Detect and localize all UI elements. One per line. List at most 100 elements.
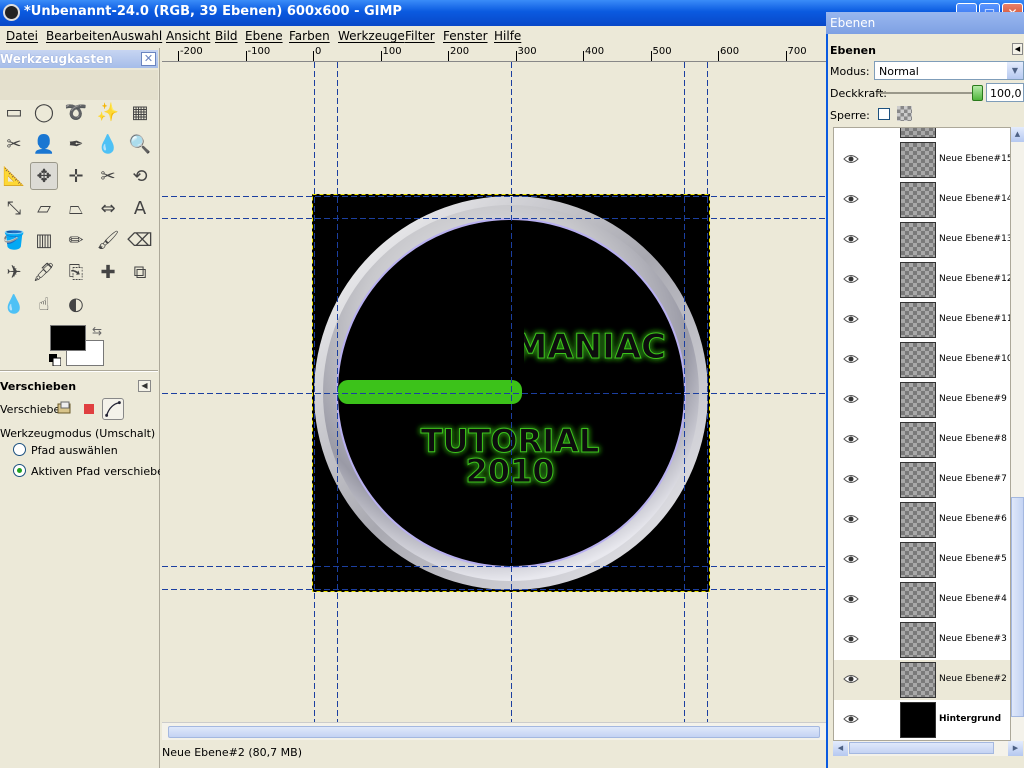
layer-name[interactable]: Neue Ebene#4: [939, 594, 1007, 604]
pencil-icon[interactable]: ✏: [62, 226, 90, 254]
layer-name[interactable]: Neue Ebene#14: [939, 194, 1010, 204]
ellipse-select-icon[interactable]: ◯: [30, 98, 58, 126]
eye-icon[interactable]: [843, 154, 859, 164]
layer-name[interactable]: Neue Ebene#12: [939, 274, 1010, 284]
menu-datei[interactable]: Datei: [6, 29, 38, 43]
smudge-icon[interactable]: ☝: [30, 290, 58, 318]
layer-row[interactable]: Neue Ebene#2: [834, 660, 1010, 700]
align-icon[interactable]: ✛: [62, 162, 90, 190]
foreground-select-icon[interactable]: 👤: [30, 130, 58, 158]
layer-row[interactable]: Neue Ebene#9: [834, 380, 1010, 420]
menu-fenster[interactable]: Fenster: [443, 29, 488, 43]
menu-bild[interactable]: Bild: [215, 29, 238, 43]
flip-icon[interactable]: ⇔: [94, 194, 122, 222]
menu-auswahl[interactable]: Auswahl: [112, 29, 162, 43]
menu-werkzeuge[interactable]: Werkzeuge: [338, 29, 405, 43]
mode-dropdown[interactable]: Normal ▼: [874, 61, 1024, 80]
crop-icon[interactable]: ✂: [94, 162, 122, 190]
lock-pixels-checkbox[interactable]: [878, 108, 890, 120]
eraser-icon[interactable]: ⌫: [126, 226, 154, 254]
scissors-icon[interactable]: ✂: [0, 130, 28, 158]
layer-row[interactable]: Neue Ebene#12: [834, 260, 1010, 300]
layer-name[interactable]: Hintergrund: [939, 714, 1001, 724]
eye-icon[interactable]: [843, 714, 859, 724]
layer-row[interactable]: Neue Ebene#3: [834, 620, 1010, 660]
layer-name[interactable]: Neue Ebene#5: [939, 554, 1007, 564]
scroll-left-icon[interactable]: ◀: [833, 741, 848, 756]
layer-name[interactable]: Neue Ebene#13: [939, 234, 1010, 244]
swap-colors-icon[interactable]: ⇆: [92, 324, 102, 338]
menu-farben[interactable]: Farben: [289, 29, 330, 43]
eye-icon[interactable]: [843, 234, 859, 244]
layer-name[interactable]: Neue Ebene#9: [939, 394, 1007, 404]
eye-icon[interactable]: [843, 194, 859, 204]
color-picker-icon[interactable]: 💧: [94, 130, 122, 158]
heal-icon[interactable]: ✚: [94, 258, 122, 286]
layers-scroll-thumb[interactable]: [1011, 497, 1024, 717]
opacity-slider-track[interactable]: [878, 92, 976, 94]
opacity-slider-handle[interactable]: [972, 85, 983, 101]
zoom-icon[interactable]: 🔍: [126, 130, 154, 158]
move-selection-icon[interactable]: [80, 400, 98, 418]
blur-icon[interactable]: 💧: [0, 290, 28, 318]
layer-name[interactable]: Neue Ebene#7: [939, 474, 1007, 484]
eye-icon[interactable]: [843, 434, 859, 444]
rotate-icon[interactable]: ⟲: [126, 162, 154, 190]
eye-icon[interactable]: [843, 354, 859, 364]
fuzzy-select-icon[interactable]: ✨: [94, 98, 122, 126]
layer-name[interactable]: Neue Ebene#15: [939, 154, 1010, 164]
clone-icon[interactable]: ⎘: [62, 258, 90, 286]
foreground-color-swatch-front[interactable]: [50, 325, 86, 351]
toolbox-close-button[interactable]: ✕: [141, 52, 156, 66]
layer-row[interactable]: Neue Ebene#4: [834, 580, 1010, 620]
lock-alpha-icon[interactable]: [897, 106, 912, 121]
eye-icon[interactable]: [843, 474, 859, 484]
eye-icon[interactable]: [843, 514, 859, 524]
menu-filter[interactable]: Filter: [405, 29, 435, 43]
paths-icon[interactable]: ✒: [62, 130, 90, 158]
layers-tab-menu-button[interactable]: ◀: [1012, 43, 1023, 55]
radio-select-path[interactable]: [13, 443, 26, 456]
layer-name[interactable]: Neue Ebene#11: [939, 314, 1010, 324]
layer-row[interactable]: Neue Ebene#8: [834, 420, 1010, 460]
perspective-icon[interactable]: ⏢: [62, 194, 90, 222]
menu-ansicht[interactable]: Ansicht: [166, 29, 210, 43]
opacity-spinbox[interactable]: 100,0: [986, 83, 1024, 102]
layer-row[interactable]: Neue Ebene#13: [834, 220, 1010, 260]
layer-row[interactable]: Neue Ebene#15: [834, 140, 1010, 180]
text-icon[interactable]: A: [126, 194, 154, 222]
layers-hscroll-thumb[interactable]: [849, 742, 994, 754]
scroll-up-icon[interactable]: ▲: [1011, 127, 1024, 142]
layer-name[interactable]: Neue Ebene#8: [939, 434, 1007, 444]
dodge-burn-icon[interactable]: ◐: [62, 290, 90, 318]
layer-row[interactable]: Neue Ebene#10: [834, 340, 1010, 380]
layer-row[interactable]: Neue Ebene#6: [834, 500, 1010, 540]
layer-row[interactable]: Neue Ebene#14: [834, 180, 1010, 220]
free-select-icon[interactable]: ➰: [62, 98, 90, 126]
measure-icon[interactable]: 📐: [0, 162, 28, 190]
layer-name[interactable]: Neue Ebene#2: [939, 674, 1007, 684]
eye-icon[interactable]: [843, 674, 859, 684]
tool-options-menu-button[interactable]: ◀: [138, 380, 151, 392]
layer-row[interactable]: Neue Ebene#11: [834, 300, 1010, 340]
airbrush-icon[interactable]: ✈: [0, 258, 28, 286]
menu-ebene[interactable]: Ebene: [245, 29, 283, 43]
layers-vertical-scrollbar[interactable]: ▲: [1011, 127, 1024, 741]
eye-icon[interactable]: [843, 554, 859, 564]
eye-icon[interactable]: [843, 274, 859, 284]
ink-icon[interactable]: 🖋: [30, 258, 58, 286]
canvas-horizontal-scrollbar[interactable]: [162, 722, 826, 740]
scale-icon[interactable]: ⤡: [0, 194, 28, 222]
layer-name[interactable]: Neue Ebene#3: [939, 634, 1007, 644]
radio-move-active-path[interactable]: [13, 464, 26, 477]
layer-row[interactable]: Neue Ebene#5: [834, 540, 1010, 580]
layer-name[interactable]: Neue Ebene#6: [939, 514, 1007, 524]
perspective-clone-icon[interactable]: ⧉: [126, 258, 154, 286]
shear-icon[interactable]: ▱: [30, 194, 58, 222]
move-path-icon[interactable]: [102, 398, 124, 420]
eye-icon[interactable]: [843, 314, 859, 324]
rect-select-icon[interactable]: ▭: [0, 98, 28, 126]
layers-horizontal-scrollbar[interactable]: ◀ ▶: [833, 741, 1023, 756]
eye-icon[interactable]: [843, 634, 859, 644]
bucket-fill-icon[interactable]: 🪣: [0, 226, 28, 254]
